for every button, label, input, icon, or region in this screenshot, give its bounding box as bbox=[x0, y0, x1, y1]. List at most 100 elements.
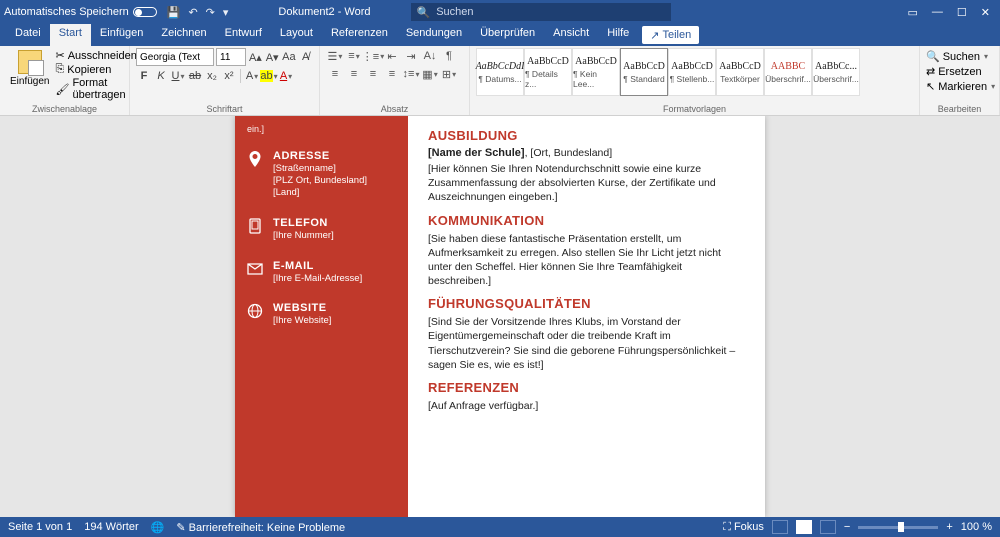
find-label: Suchen bbox=[943, 51, 980, 63]
zoom-out-button[interactable]: − bbox=[844, 521, 850, 533]
autosave-toggle[interactable] bbox=[133, 7, 157, 17]
view-print-icon[interactable] bbox=[796, 520, 812, 534]
strikethrough-button[interactable]: ab bbox=[187, 68, 203, 84]
replace-icon: ⇄ bbox=[926, 65, 935, 78]
undo-icon[interactable]: ↶ bbox=[188, 6, 197, 19]
tab-ansicht[interactable]: Ansicht bbox=[544, 24, 598, 46]
italic-button[interactable]: K bbox=[153, 68, 169, 84]
tab-zeichnen[interactable]: Zeichnen bbox=[152, 24, 215, 46]
view-read-icon[interactable] bbox=[772, 520, 788, 534]
style-option[interactable]: AaBbCcD¶ Stellenb... bbox=[668, 48, 716, 96]
maximize-icon[interactable]: ☐ bbox=[957, 6, 967, 19]
find-button[interactable]: 🔍Suchen▾ bbox=[926, 50, 993, 63]
save-icon[interactable]: 💾 bbox=[167, 6, 181, 19]
status-words[interactable]: 194 Wörter bbox=[84, 521, 138, 533]
resume-main: AUSBILDUNG[Name der Schule], [Ort, Bunde… bbox=[408, 116, 765, 517]
style-option[interactable]: AaBbCcD¶ Standard bbox=[620, 48, 668, 96]
paste-icon bbox=[18, 50, 42, 74]
change-case-icon[interactable]: Aa bbox=[282, 49, 297, 65]
align-right-icon[interactable]: ≡ bbox=[364, 66, 382, 82]
style-option[interactable]: AaBbCcDdI¶ Datums... bbox=[476, 48, 524, 96]
tab-ueberpruefen[interactable]: Überprüfen bbox=[471, 24, 544, 46]
style-option[interactable]: AaBbCcD¶ Details z... bbox=[524, 48, 572, 96]
style-option[interactable]: AaBbCcDTextkörper bbox=[716, 48, 764, 96]
redo-icon[interactable]: ↷ bbox=[206, 6, 215, 19]
style-option[interactable]: AaBbCc...Überschrif... bbox=[812, 48, 860, 96]
superscript-button[interactable]: x² bbox=[221, 68, 237, 84]
tab-start[interactable]: Start bbox=[50, 24, 91, 46]
zoom-level[interactable]: 100 % bbox=[961, 521, 992, 533]
tab-referenzen[interactable]: Referenzen bbox=[322, 24, 397, 46]
qat-more-icon[interactable]: ▾ bbox=[223, 6, 229, 19]
underline-button[interactable]: U▾ bbox=[170, 68, 186, 84]
shading-icon[interactable]: ▦▾ bbox=[421, 66, 439, 82]
format-painter-button[interactable]: 🖌Format übertragen bbox=[55, 77, 136, 101]
style-option[interactable]: AABBCÜberschrif... bbox=[764, 48, 812, 96]
sidebar-contact-item: ADRESSE[Straßenname][PLZ Ort, Bundesland… bbox=[247, 150, 396, 199]
status-language-icon[interactable]: 🌐 bbox=[151, 521, 165, 534]
style-option[interactable]: AaBbCcD¶ Kein Lee... bbox=[572, 48, 620, 96]
share-button[interactable]: ↗Teilen bbox=[642, 26, 699, 44]
subscript-button[interactable]: x₂ bbox=[204, 68, 220, 84]
format-painter-label: Format übertragen bbox=[72, 77, 136, 101]
shrink-font-icon[interactable]: A▾ bbox=[265, 49, 280, 65]
indent-left-icon[interactable]: ⇤ bbox=[383, 48, 401, 64]
tab-sendungen[interactable]: Sendungen bbox=[397, 24, 471, 46]
indent-right-icon[interactable]: ⇥ bbox=[402, 48, 420, 64]
show-marks-icon[interactable]: ¶ bbox=[440, 48, 458, 64]
scissors-icon: ✂ bbox=[55, 49, 64, 62]
tab-hilfe[interactable]: Hilfe bbox=[598, 24, 638, 46]
justify-icon[interactable]: ≡ bbox=[383, 66, 401, 82]
tab-einfuegen[interactable]: Einfügen bbox=[91, 24, 152, 46]
group-styles-label: Formatvorlagen bbox=[476, 104, 913, 115]
text-effects-icon[interactable]: A▾ bbox=[244, 68, 260, 84]
clear-format-icon[interactable]: A̸ bbox=[298, 49, 313, 65]
grow-font-icon[interactable]: A▴ bbox=[248, 49, 263, 65]
borders-icon[interactable]: ⊞▾ bbox=[440, 66, 458, 82]
tab-layout[interactable]: Layout bbox=[271, 24, 322, 46]
copy-button[interactable]: ⎘Kopieren bbox=[55, 63, 136, 76]
search-icon: 🔍 bbox=[417, 6, 431, 19]
styles-gallery[interactable]: AaBbCcDdI¶ Datums...AaBbCcD¶ Details z..… bbox=[476, 48, 913, 96]
bullets-icon[interactable]: ☰▾ bbox=[326, 48, 344, 64]
document-canvas[interactable]: ein.] ADRESSE[Straßenname][PLZ Ort, Bund… bbox=[0, 116, 1000, 517]
bold-button[interactable]: F bbox=[136, 68, 152, 84]
highlight-icon[interactable]: ab▾ bbox=[261, 68, 277, 84]
contact-icon bbox=[247, 151, 263, 199]
cut-button[interactable]: ✂Ausschneiden bbox=[55, 49, 136, 62]
section-body: [Sie haben diese fantastische Präsentati… bbox=[428, 232, 745, 289]
multilevel-icon[interactable]: ⋮≡▾ bbox=[364, 48, 382, 64]
zoom-slider[interactable] bbox=[858, 526, 938, 529]
section-body: [Sind Sie der Vorsitzende Ihres Klubs, i… bbox=[428, 315, 745, 372]
ribbon-options-icon[interactable]: ▭ bbox=[908, 6, 918, 19]
replace-button[interactable]: ⇄Ersetzen bbox=[926, 65, 993, 78]
search-box[interactable]: 🔍 Suchen bbox=[411, 3, 671, 21]
align-left-icon[interactable]: ≡ bbox=[326, 66, 344, 82]
tab-datei[interactable]: Datei bbox=[6, 24, 50, 46]
status-page[interactable]: Seite 1 von 1 bbox=[8, 521, 72, 533]
select-button[interactable]: ↖Markieren▾ bbox=[926, 80, 993, 93]
status-accessibility[interactable]: ✎ Barrierefreiheit: Keine Probleme bbox=[176, 521, 345, 534]
sort-icon[interactable]: A↓ bbox=[421, 48, 439, 64]
contact-line: [Ihre Website] bbox=[273, 315, 331, 327]
zoom-in-button[interactable]: + bbox=[946, 521, 952, 533]
focus-mode-button[interactable]: ⛶ Fokus bbox=[723, 521, 764, 534]
line-spacing-icon[interactable]: ↕≡▾ bbox=[402, 66, 420, 82]
numbering-icon[interactable]: ≡▾ bbox=[345, 48, 363, 64]
font-size-input[interactable] bbox=[216, 48, 246, 66]
close-icon[interactable]: ✕ bbox=[981, 6, 990, 19]
search-icon: 🔍 bbox=[926, 50, 940, 63]
section-body: [Auf Anfrage verfügbar.] bbox=[428, 399, 745, 413]
view-web-icon[interactable] bbox=[820, 520, 836, 534]
separator bbox=[240, 69, 241, 83]
group-paragraph-label: Absatz bbox=[326, 104, 463, 115]
font-color-icon[interactable]: A▾ bbox=[278, 68, 294, 84]
section-heading: KOMMUNIKATION bbox=[428, 213, 745, 228]
align-center-icon[interactable]: ≡ bbox=[345, 66, 363, 82]
minimize-icon[interactable]: — bbox=[932, 6, 943, 19]
font-name-input[interactable] bbox=[136, 48, 214, 66]
paste-button[interactable]: Einfügen bbox=[6, 48, 53, 101]
share-label: Teilen bbox=[662, 29, 691, 41]
page: ein.] ADRESSE[Straßenname][PLZ Ort, Bund… bbox=[235, 116, 765, 517]
tab-entwurf[interactable]: Entwurf bbox=[216, 24, 271, 46]
